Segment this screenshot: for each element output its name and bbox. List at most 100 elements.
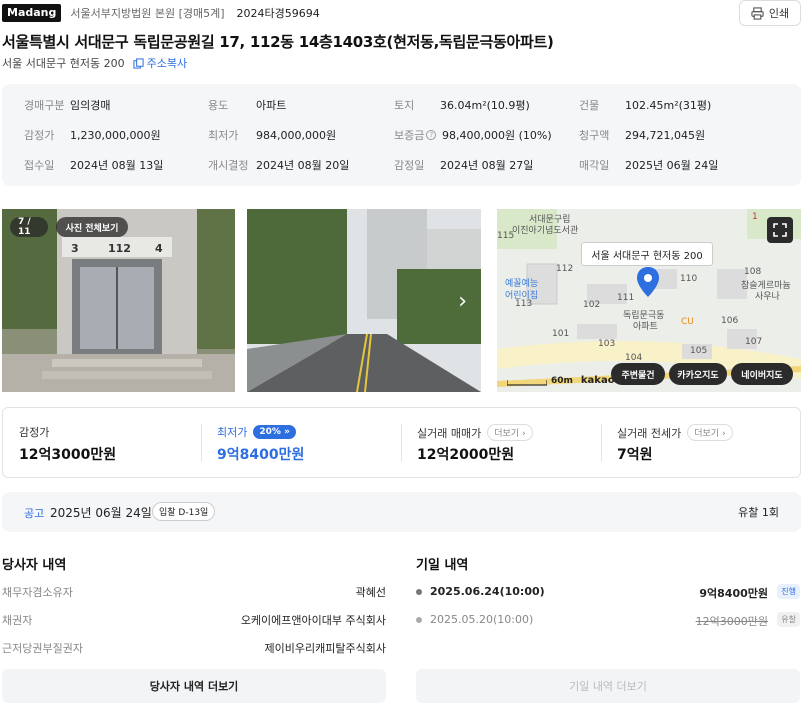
price-jeonse-actual: 실거래 전세가 더보기 › 7억원	[617, 408, 797, 477]
party-value: 오케이에프앤아이대부 주식회사	[240, 614, 386, 627]
price-value: 9억8400만원	[217, 447, 305, 463]
page-title: 서울특별시 서대문구 독립문공원길 17, 112동 14층1403호(현저동,…	[2, 33, 554, 51]
party-row: 채권자 오케이에프앤아이대부 주식회사	[2, 612, 386, 628]
fullscreen-button[interactable]	[767, 217, 793, 243]
info-cell: 개시결정 2024년 08월 20일	[208, 157, 349, 173]
info-cell: 보증금? 98,400,000원 (10%)	[394, 127, 552, 143]
jeonse-more-button[interactable]: 더보기 ›	[687, 424, 733, 441]
history-row: 2025.05.20(10:00) 12억3000만원 유찰	[416, 612, 800, 630]
info-label: 토지	[394, 99, 415, 112]
parties-title: 당사자 내역	[2, 558, 67, 573]
map-label: 112	[556, 264, 574, 274]
sub-address: 서울 서대문구 현저동 200	[2, 57, 125, 70]
printer-icon	[751, 6, 764, 20]
print-button[interactable]: 인쇄	[739, 0, 801, 26]
map-label: 101	[552, 329, 570, 339]
help-icon[interactable]: ?	[426, 130, 437, 140]
divider	[401, 424, 402, 462]
kakao-map-button[interactable]: 카카오지도	[669, 363, 727, 385]
info-label: 건물	[579, 99, 600, 112]
price-summary: 감정가 12억3000만원 최저가 20% » 9억8400만원 실거래 매매가…	[2, 407, 801, 478]
more-label: 더보기	[694, 429, 720, 439]
price-label: 최저가	[217, 426, 248, 439]
map-label: 이진아기념도서관	[512, 226, 579, 236]
chevron-right-icon: ›	[521, 429, 526, 439]
print-label: 인쇄	[768, 7, 790, 20]
auction-notice: 공고 2025년 06월 24일 입찰 D-13일 유찰 1회	[2, 492, 801, 532]
view-all-photos-button[interactable]: 사진 전체보기	[56, 217, 128, 237]
kakao-logo: kakao	[580, 375, 615, 386]
price-value: 7억원	[617, 447, 653, 463]
history-amount: 9억8400만원	[699, 587, 768, 600]
photo-entrance[interactable]: 3 112 4 7 / 11 사진 전체보기	[2, 209, 235, 392]
info-value: 아파트	[256, 99, 287, 112]
copy-icon	[132, 57, 144, 69]
info-value: 2025년 06월 24일	[625, 159, 719, 172]
map-tooltip-text: 서울 서대문구 현저동 200	[591, 250, 703, 262]
info-value: 294,721,045원	[625, 129, 706, 142]
map-label: 115	[497, 231, 515, 241]
map-label: 106	[721, 316, 739, 326]
naver-map-button[interactable]: 네이버지도	[731, 363, 793, 385]
location-map[interactable]: 서대문구립 이진아기념도서관 115 112 예꼴예능 어린이집 111 110…	[497, 209, 801, 392]
history-title: 기일 내역	[416, 558, 469, 573]
scale-bar-icon	[507, 380, 547, 386]
map-label: CU	[681, 317, 694, 327]
party-label: 채무자겸소유자	[2, 586, 73, 599]
status-badge: 진행	[777, 584, 800, 599]
info-value: 임의경매	[70, 99, 111, 112]
sub-address-row: 서울 서대문구 현저동 200 주소복사	[2, 55, 187, 71]
party-label: 채권자	[2, 614, 33, 627]
sale-more-button[interactable]: 더보기 ›	[487, 424, 533, 441]
map-pin-icon	[637, 267, 659, 297]
photo-counter: 7 / 11	[10, 217, 48, 237]
map-label: 108	[744, 267, 762, 277]
history-date: 2025.06.24(10:00)	[430, 585, 545, 598]
bullet-icon	[416, 589, 422, 595]
info-label: 매각일	[579, 159, 610, 172]
history-date: 2025.05.20(10:00)	[430, 613, 534, 626]
price-sale-actual: 실거래 매매가 더보기 › 12억2000만원	[417, 408, 597, 477]
nearby-listings-button[interactable]: 주변물건	[611, 363, 665, 385]
parties-more-button[interactable]: 당사자 내역 더보기	[2, 669, 386, 703]
info-cell: 감정일 2024년 08월 27일	[394, 157, 533, 173]
info-cell: 경매구분 임의경매	[24, 97, 110, 113]
more-label: 더보기	[494, 429, 520, 439]
price-label: 감정가	[19, 426, 50, 439]
next-photo-icon[interactable]: ›	[458, 289, 467, 314]
map-label: 사우나	[755, 292, 780, 302]
dday-badge: 입찰 D-13일	[152, 502, 216, 521]
price-appraisal: 감정가 12억3000만원	[19, 408, 199, 477]
price-label: 실거래 매매가	[417, 426, 482, 440]
history-more-button[interactable]: 기일 내역 더보기	[416, 669, 800, 703]
case-number: 2024타경59694	[236, 7, 320, 20]
info-label: 접수일	[24, 159, 55, 172]
map-label: 103	[598, 339, 616, 349]
info-value: 36.04m²(10.9평)	[440, 99, 530, 112]
price-label-row: 최저가 20% »	[217, 424, 296, 440]
info-value: 2024년 08월 27일	[440, 159, 534, 172]
info-value: 2024년 08월 20일	[256, 159, 350, 172]
party-value: 곽혜선	[355, 586, 386, 599]
info-value: 1,230,000,000원	[70, 129, 161, 142]
sign-3: 3	[71, 242, 79, 255]
photo-street[interactable]: ›	[247, 209, 481, 392]
price-label-row: 실거래 전세가 더보기 ›	[617, 424, 733, 441]
street-photo	[247, 209, 481, 392]
discount-value: 20%	[259, 427, 281, 437]
party-row: 채무자겸소유자 곽혜선	[2, 584, 386, 600]
history-amount: 12억3000만원	[695, 615, 768, 628]
price-label-row: 실거래 매매가 더보기 ›	[417, 424, 533, 441]
info-cell: 감정가 1,230,000,000원	[24, 127, 161, 143]
status-badge: 유찰	[777, 612, 800, 627]
divider	[601, 424, 602, 462]
map-label: 105	[690, 346, 708, 356]
map-label: 107	[745, 337, 763, 347]
copy-address-button[interactable]: 주소복사	[132, 55, 187, 71]
price-label: 실거래 전세가	[617, 426, 682, 440]
chevron-right-icon: ›	[721, 429, 726, 439]
discount-badge: 20% »	[253, 425, 296, 439]
info-value: 102.45m²(31평)	[625, 99, 712, 112]
fail-count: 유찰 1회	[738, 506, 779, 519]
map-label: 104	[625, 353, 643, 363]
